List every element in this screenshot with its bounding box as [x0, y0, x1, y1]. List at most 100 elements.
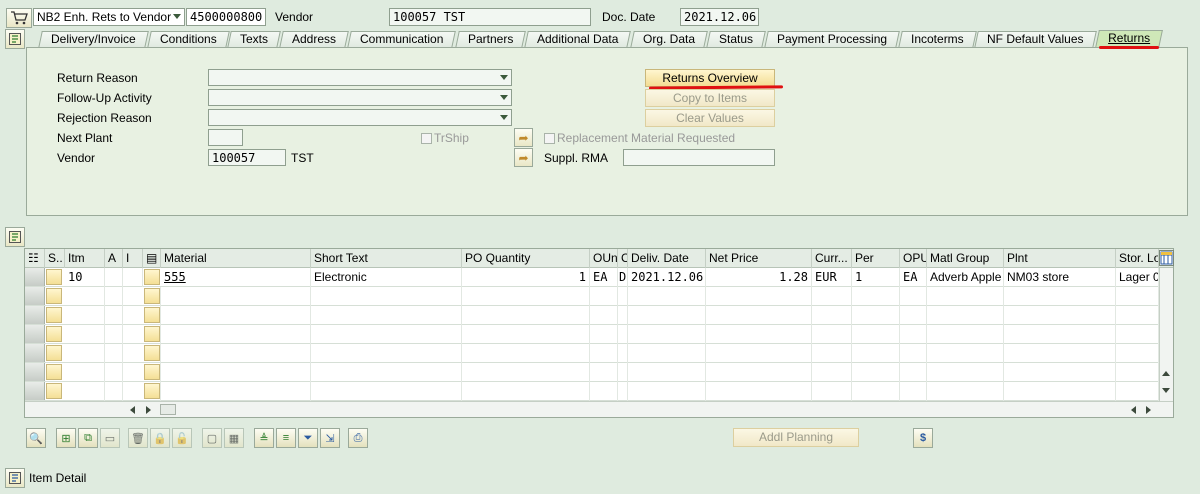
empty-cell[interactable] [628, 382, 706, 401]
cell-item-cat[interactable] [123, 268, 143, 287]
table-row[interactable] [25, 325, 1159, 344]
deselect-all-icon[interactable]: ▦ [224, 428, 244, 448]
details-icon[interactable]: 🔍 [26, 428, 46, 448]
empty-cell[interactable] [123, 382, 161, 401]
paste-item-icon[interactable]: ▭ [100, 428, 120, 448]
suppl-rma-field[interactable] [623, 149, 775, 166]
empty-cell[interactable] [65, 287, 105, 306]
trship-checkbox[interactable] [421, 133, 432, 144]
empty-cell[interactable] [105, 344, 123, 363]
tab-incoterms[interactable]: Incoterms [897, 31, 977, 48]
vendor-nav-icon[interactable]: ➦ [514, 148, 533, 167]
empty-cell[interactable] [628, 344, 706, 363]
status-cell[interactable] [46, 307, 62, 323]
col-header-net-price[interactable]: Net Price [706, 249, 812, 268]
empty-cell[interactable] [852, 306, 900, 325]
item-detail-toggle-icon[interactable] [5, 468, 25, 488]
vertical-scrollbar[interactable] [1159, 268, 1173, 402]
cell-stor-loc[interactable]: Lager 0 [1116, 268, 1159, 287]
tab-texts[interactable]: Texts [227, 31, 282, 48]
empty-cell[interactable] [105, 306, 123, 325]
tab-org-data[interactable]: Org. Data [629, 31, 708, 48]
empty-cell[interactable] [590, 306, 618, 325]
col-header-acct[interactable]: A [105, 249, 123, 268]
empty-cell[interactable] [590, 287, 618, 306]
empty-cell[interactable] [311, 287, 462, 306]
col-header-opu[interactable]: OPU [900, 249, 927, 268]
vendor-header-field[interactable]: 100057 TST [389, 8, 591, 26]
empty-cell[interactable] [900, 363, 927, 382]
empty-cell[interactable] [123, 363, 161, 382]
table-settings-icon[interactable]: ☷ [25, 249, 45, 268]
expand-header-icon[interactable] [5, 29, 25, 49]
trship-nav-icon[interactable]: ➦ [514, 128, 533, 147]
table-row[interactable] [25, 363, 1159, 382]
cell-matl-group[interactable]: Adverb Apple [927, 268, 1004, 287]
cell-currency[interactable]: EUR [812, 268, 852, 287]
table-row[interactable]: 10 555 Electronic 1 EA D 2021.12.06 1.28… [25, 268, 1159, 287]
empty-cell[interactable] [812, 363, 852, 382]
cell-material[interactable]: 555 [161, 268, 311, 287]
empty-cell[interactable] [927, 344, 1004, 363]
empty-cell[interactable] [618, 287, 628, 306]
col-header-material-icon[interactable]: ▤ [143, 249, 161, 268]
empty-cell[interactable] [1004, 363, 1116, 382]
empty-cell[interactable] [812, 306, 852, 325]
empty-cell[interactable] [123, 325, 161, 344]
empty-cell[interactable] [462, 287, 590, 306]
empty-cell[interactable] [852, 287, 900, 306]
empty-cell[interactable] [812, 287, 852, 306]
empty-cell[interactable] [927, 287, 1004, 306]
empty-cell[interactable] [1116, 287, 1159, 306]
table-row[interactable] [25, 344, 1159, 363]
scroll-thumb[interactable] [160, 404, 176, 415]
empty-cell[interactable] [900, 325, 927, 344]
tab-nf-default-values[interactable]: NF Default Values [974, 31, 1097, 48]
tab-payment-processing[interactable]: Payment Processing [763, 31, 900, 48]
scroll-left-icon[interactable] [1131, 406, 1136, 414]
print-icon[interactable]: ⎙ [348, 428, 368, 448]
empty-cell[interactable] [900, 382, 927, 401]
empty-cell[interactable] [852, 325, 900, 344]
follow-up-activity-dropdown[interactable] [208, 89, 512, 106]
empty-cell[interactable] [927, 325, 1004, 344]
copy-item-icon[interactable]: ⧉ [78, 428, 98, 448]
table-row[interactable] [25, 382, 1159, 401]
doc-date-field[interactable]: 2021.12.06 [680, 8, 759, 26]
empty-cell[interactable] [123, 287, 161, 306]
export-icon[interactable]: ⇲ [320, 428, 340, 448]
sort-ascending-icon[interactable]: ≜ [254, 428, 274, 448]
col-header-c[interactable]: C [618, 249, 628, 268]
tab-status[interactable]: Status [705, 31, 766, 48]
empty-cell[interactable] [65, 325, 105, 344]
empty-cell[interactable] [618, 363, 628, 382]
empty-cell[interactable] [628, 306, 706, 325]
col-header-stor-loc[interactable]: Stor. Lo [1116, 249, 1159, 268]
empty-cell[interactable] [1116, 325, 1159, 344]
empty-cell[interactable] [1004, 382, 1116, 401]
empty-cell[interactable] [311, 382, 462, 401]
empty-cell[interactable] [590, 382, 618, 401]
empty-cell[interactable] [852, 344, 900, 363]
empty-cell[interactable] [927, 382, 1004, 401]
empty-cell[interactable] [706, 363, 812, 382]
table-row[interactable] [25, 287, 1159, 306]
empty-cell[interactable] [852, 363, 900, 382]
empty-cell[interactable] [1116, 306, 1159, 325]
empty-cell[interactable] [105, 325, 123, 344]
status-cell[interactable] [46, 364, 62, 380]
empty-cell[interactable] [618, 325, 628, 344]
empty-cell[interactable] [311, 325, 462, 344]
cell-plant[interactable]: NM03 store [1004, 268, 1116, 287]
filter-icon[interactable]: ⏷ [298, 428, 318, 448]
material-f4-cell[interactable] [144, 269, 160, 285]
empty-cell[interactable] [1004, 344, 1116, 363]
empty-cell[interactable] [462, 382, 590, 401]
row-selector[interactable] [25, 325, 45, 343]
empty-cell[interactable] [628, 325, 706, 344]
empty-cell[interactable] [618, 382, 628, 401]
row-selector[interactable] [25, 363, 45, 381]
empty-cell[interactable] [161, 363, 311, 382]
empty-cell[interactable] [852, 382, 900, 401]
col-header-oun[interactable]: OUn [590, 249, 618, 268]
